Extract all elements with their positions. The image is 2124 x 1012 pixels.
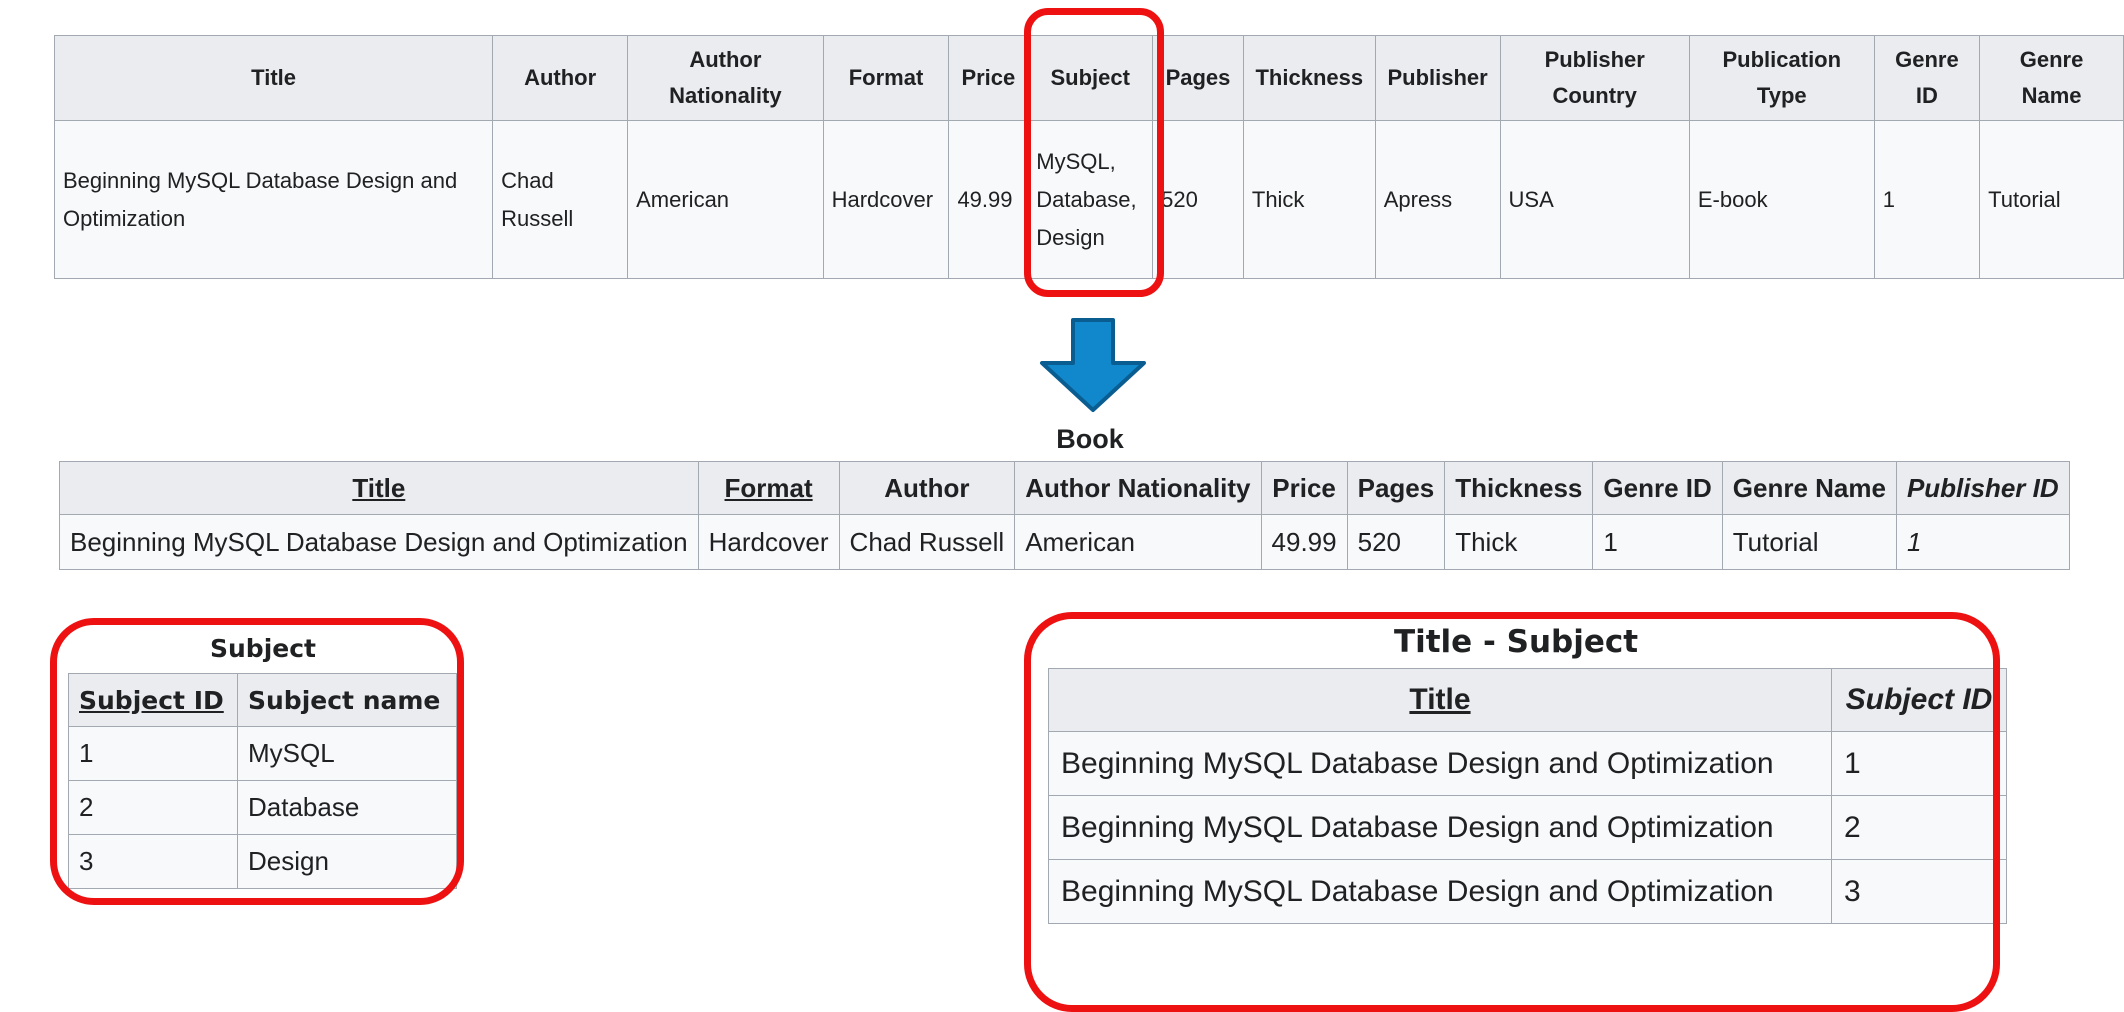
original-cell-title: Beginning MySQL Database Design and Opti… (53, 120, 494, 279)
original-header-genre-id: Genre ID (1873, 35, 1981, 121)
original-cell-genre-id: 1 (1873, 120, 1981, 279)
book-header-author: Author (838, 461, 1016, 515)
book-header-author-nationality: Author Nationality (1014, 461, 1262, 515)
original-header-genre-name: Genre Name (1979, 35, 2124, 121)
book-header-title: Title (59, 461, 699, 515)
book-header-publisher-id: Publisher ID (1895, 461, 2070, 515)
book-header-pages: Pages (1346, 461, 1446, 515)
original-header-publication-type: Publication Type (1688, 35, 1875, 121)
original-cell-pages: 520 (1152, 120, 1244, 279)
original-cell-author-nationality: American (627, 120, 824, 279)
original-header-thickness: Thickness (1242, 35, 1376, 121)
book-table-caption: Book (1056, 424, 1124, 454)
original-cell-author: Chad Russell (492, 120, 629, 279)
book-header-genre-name: Genre Name (1721, 461, 1897, 515)
title-subject-table-highlight (1024, 612, 2000, 1012)
book-cell-genre-id: 1 (1592, 514, 1723, 570)
book-table-header-row: Title Format Author Author Nationality P… (59, 461, 2070, 515)
original-cell-format: Hardcover (822, 120, 950, 279)
table-row: Beginning MySQL Database Design and Opti… (59, 514, 2070, 570)
book-header-format: Format (697, 461, 840, 515)
original-cell-thickness: Thick (1242, 120, 1376, 279)
original-cell-publisher-country: USA (1499, 120, 1690, 279)
original-cell-genre-name: Tutorial (1979, 120, 2124, 279)
original-header-author: Author (492, 35, 629, 121)
original-header-publisher-country: Publisher Country (1499, 35, 1690, 121)
book-cell-genre-name: Tutorial (1721, 514, 1897, 570)
book-cell-publisher-id: 1 (1895, 514, 2070, 570)
book-header-price: Price (1260, 461, 1348, 515)
subject-column-highlight (1024, 8, 1164, 297)
original-header-price: Price (948, 35, 1029, 121)
book-cell-pages: 520 (1346, 514, 1446, 570)
book-cell-title: Beginning MySQL Database Design and Opti… (59, 514, 699, 570)
book-table: Title Format Author Author Nationality P… (59, 461, 2070, 570)
book-cell-author-nationality: American (1014, 514, 1262, 570)
book-cell-thickness: Thick (1444, 514, 1594, 570)
arrow-down-icon (1040, 318, 1146, 412)
book-cell-price: 49.99 (1260, 514, 1348, 570)
original-header-title: Title (53, 35, 494, 121)
book-header-thickness: Thickness (1444, 461, 1594, 515)
subject-table-highlight (50, 618, 464, 905)
original-header-author-nationality: Author Nationality (627, 35, 824, 121)
original-cell-publication-type: E-book (1688, 120, 1875, 279)
original-header-publisher: Publisher (1374, 35, 1501, 121)
book-header-genre-id: Genre ID (1592, 461, 1723, 515)
original-cell-publisher: Apress (1374, 120, 1501, 279)
original-header-format: Format (822, 35, 950, 121)
original-header-pages: Pages (1152, 35, 1244, 121)
book-cell-author: Chad Russell (838, 514, 1016, 570)
book-cell-format: Hardcover (697, 514, 840, 570)
original-cell-price: 49.99 (948, 120, 1029, 279)
